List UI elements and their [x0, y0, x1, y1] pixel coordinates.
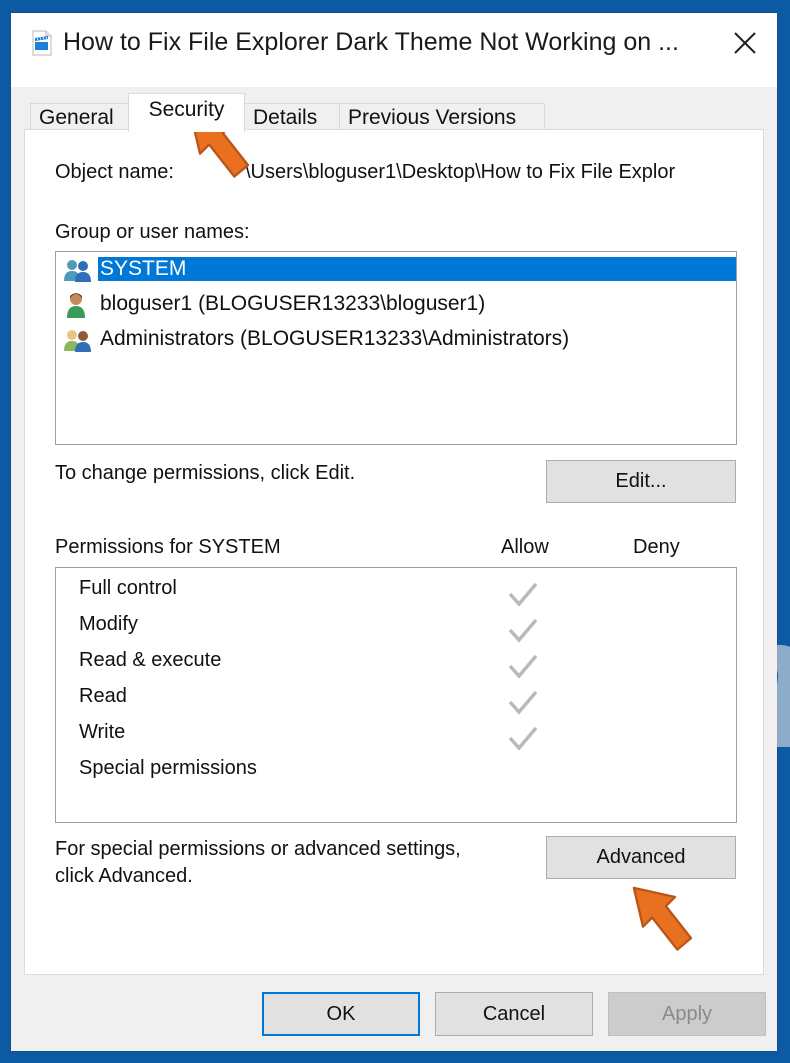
permission-row: Full control: [56, 574, 736, 610]
properties-dialog: PC risk.com How to Fix File Explorer Dar…: [10, 12, 790, 1052]
permission-row: Read & execute: [56, 646, 736, 682]
permission-name: Full control: [79, 577, 177, 599]
close-button[interactable]: [725, 25, 765, 61]
user-icon: [67, 293, 85, 318]
user-name: bloguser1 (BLOGUSER13233\bloguser1): [100, 292, 486, 315]
change-permissions-text: To change permissions, click Edit.: [55, 462, 356, 484]
deny-column-header: Deny: [633, 536, 680, 558]
allow-check-icon: [508, 726, 538, 751]
allow-check-icon: [508, 618, 538, 643]
list-item-system[interactable]: SYSTEM: [56, 253, 736, 287]
tab-previous-versions[interactable]: Previous Versions: [339, 103, 545, 131]
permission-name: Special permissions: [79, 757, 257, 779]
user-name: Administrators (BLOGUSER13233\Administra…: [100, 327, 570, 350]
permission-name: Write: [79, 721, 126, 743]
security-panel: Object name: \Users\bloguser1\Desktop\Ho…: [24, 129, 764, 975]
user-name: SYSTEM: [98, 257, 736, 281]
permission-name: Read: [79, 685, 127, 707]
permissions-list: Full control Modify Read & execute Read …: [55, 567, 737, 823]
window-title: How to Fix File Explorer Dark Theme Not …: [63, 28, 679, 56]
permission-row: Modify: [56, 610, 736, 646]
object-name-label: Object name:: [55, 161, 174, 183]
allow-check-icon: [508, 582, 538, 607]
permission-name: Modify: [79, 613, 138, 635]
close-icon: [734, 32, 756, 54]
allow-check-icon: [508, 690, 538, 715]
permission-name: Read & execute: [79, 649, 222, 671]
permission-row: Write: [56, 718, 736, 754]
allow-column-header: Allow: [501, 536, 549, 558]
advanced-help-text-line2: click Advanced.: [55, 865, 193, 887]
permission-row: Read: [56, 682, 736, 718]
list-item-administrators[interactable]: Administrators (BLOGUSER13233\Administra…: [56, 323, 736, 357]
group-or-user-names-label: Group or user names:: [55, 221, 250, 243]
admin-group-icon: [64, 330, 91, 352]
user-list[interactable]: SYSTEM bloguser1 (BLOGUSER13233\bloguser…: [55, 251, 737, 445]
title-bar: How to Fix File Explorer Dark Theme Not …: [11, 13, 777, 87]
permissions-header: Permissions for SYSTEM: [55, 536, 281, 558]
ok-button[interactable]: OK: [262, 992, 420, 1036]
allow-check-icon: [508, 654, 538, 679]
tab-security[interactable]: Security: [128, 93, 245, 132]
advanced-button[interactable]: Advanced: [546, 836, 736, 879]
edit-button[interactable]: Edit...: [546, 460, 736, 503]
cancel-button[interactable]: Cancel: [435, 992, 593, 1036]
tab-details[interactable]: Details: [244, 103, 340, 131]
apply-button[interactable]: Apply: [608, 992, 766, 1036]
permission-row: Special permissions: [56, 754, 736, 790]
object-name-value: \Users\bloguser1\Desktop\How to Fix File…: [245, 161, 676, 183]
tab-general[interactable]: General: [30, 103, 130, 131]
system-group-icon: [64, 260, 91, 282]
advanced-help-text-line1: For special permissions or advanced sett…: [55, 838, 461, 860]
list-item-bloguser1[interactable]: bloguser1 (BLOGUSER13233\bloguser1): [56, 288, 736, 322]
video-file-icon: [32, 30, 52, 56]
